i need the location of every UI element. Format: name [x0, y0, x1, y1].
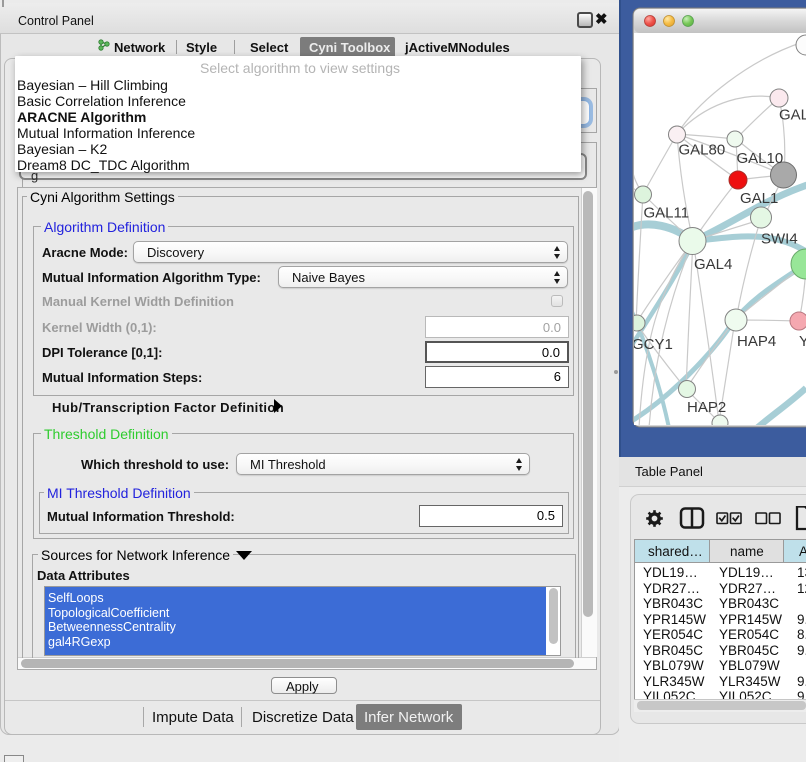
svg-text:GAL1: GAL1 [740, 190, 778, 207]
svg-text:SWI4: SWI4 [761, 231, 798, 248]
svg-text:Y: Y [799, 333, 806, 350]
svg-text:GAL10: GAL10 [737, 150, 784, 167]
svg-text:GAL: GAL [779, 107, 806, 124]
svg-text:HAP4: HAP4 [737, 333, 776, 350]
svg-text:GAL80: GAL80 [679, 142, 726, 159]
svg-text:GAL11: GAL11 [644, 205, 690, 222]
svg-text:GAL4: GAL4 [694, 256, 732, 273]
svg-text:HAP2: HAP2 [687, 399, 726, 416]
svg-text:GCY1: GCY1 [632, 336, 673, 353]
